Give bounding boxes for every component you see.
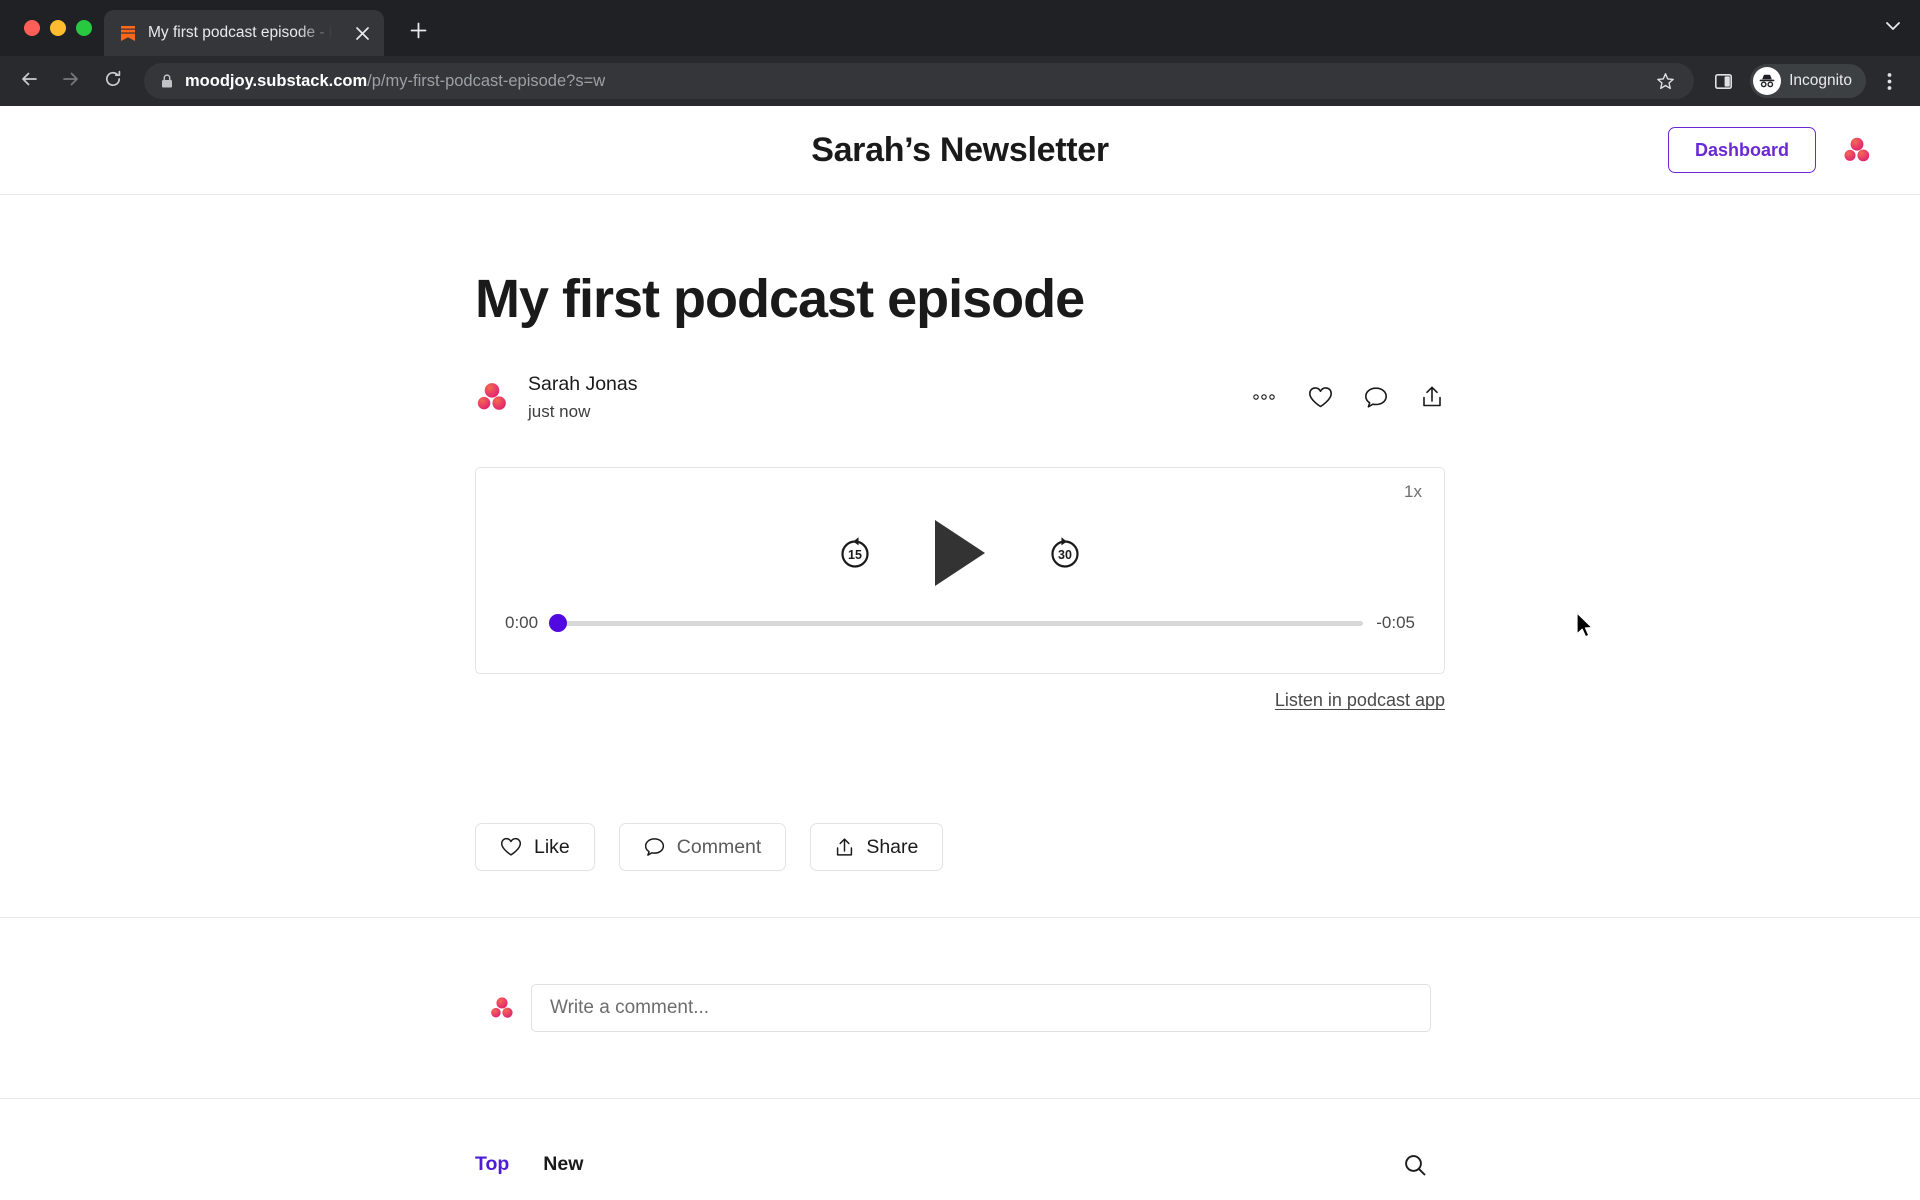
- incognito-icon: [1753, 67, 1782, 95]
- plus-icon: [410, 22, 427, 44]
- avatar[interactable]: [475, 380, 509, 414]
- forward-30-icon[interactable]: 30: [1044, 532, 1086, 574]
- svg-text:30: 30: [1058, 548, 1072, 562]
- minimize-window-button[interactable]: [50, 20, 66, 36]
- engagement-bar: Like Comment Share: [475, 823, 1445, 917]
- maximize-window-button[interactable]: [76, 20, 92, 36]
- play-button[interactable]: [931, 520, 989, 587]
- close-icon[interactable]: [350, 21, 374, 45]
- svg-text:15: 15: [848, 548, 862, 562]
- url-path: /p/my-first-podcast-episode?s=w: [367, 71, 606, 90]
- url-host: moodjoy.substack.com: [185, 71, 368, 90]
- byline: Sarah Jonas just now: [475, 369, 1445, 425]
- speech-bubble-icon: [644, 837, 665, 857]
- profile-label: Incognito: [1789, 72, 1852, 89]
- share-button[interactable]: Share: [810, 823, 944, 872]
- arrow-left-icon: [19, 69, 39, 94]
- tab-top[interactable]: Top: [475, 1153, 509, 1176]
- window-traffic-lights: [14, 0, 104, 56]
- search-icon[interactable]: [1403, 1153, 1427, 1182]
- tab-strip: My first podcast episode - by S: [0, 0, 1920, 56]
- star-icon[interactable]: [1648, 64, 1682, 98]
- address-bar-text: moodjoy.substack.com/p/my-first-podcast-…: [185, 72, 605, 91]
- remaining-time: -0:05: [1376, 613, 1415, 633]
- speech-bubble-icon[interactable]: [1363, 384, 1389, 410]
- player-transport: 15 30: [500, 468, 1420, 587]
- like-button-label: Like: [534, 835, 570, 858]
- share-upload-icon[interactable]: [1419, 384, 1445, 410]
- back-button[interactable]: [10, 62, 48, 100]
- comment-sort-wrap: Top New: [475, 1099, 1445, 1176]
- arrow-right-icon: [61, 69, 81, 94]
- share-upload-icon: [835, 837, 854, 858]
- comment-button-label: Comment: [676, 835, 762, 858]
- avatar: [489, 995, 515, 1021]
- new-tab-button[interactable]: [398, 13, 438, 53]
- progress-thumb[interactable]: [549, 614, 568, 633]
- site-header: Sarah’s Newsletter Dashboard: [0, 106, 1920, 195]
- forward-button[interactable]: [52, 62, 90, 100]
- address-bar[interactable]: moodjoy.substack.com/p/my-first-podcast-…: [144, 63, 1695, 99]
- substack-bookmark-icon: [118, 23, 138, 43]
- like-button[interactable]: Like: [475, 823, 595, 872]
- side-panel-icon[interactable]: [1706, 64, 1740, 98]
- ellipsis-icon[interactable]: [1251, 384, 1277, 410]
- play-triangle-icon: [935, 520, 985, 587]
- current-time: 0:00: [505, 613, 539, 633]
- comment-input[interactable]: Write a comment...: [531, 984, 1431, 1033]
- reload-icon: [103, 69, 123, 94]
- chevron-down-icon: [1884, 17, 1902, 40]
- browser-tab[interactable]: My first podcast episode - by S: [104, 10, 384, 56]
- post-timestamp: just now: [528, 401, 591, 421]
- byline-actions: [1251, 384, 1445, 410]
- article: My first podcast episode Sarah Jonas jus…: [0, 195, 1920, 1176]
- browser-window: My first podcast episode - by S moodjoy.…: [0, 0, 1920, 1200]
- progress-track[interactable]: [549, 614, 1364, 633]
- close-window-button[interactable]: [24, 20, 40, 36]
- dashboard-button[interactable]: Dashboard: [1667, 127, 1816, 173]
- omnibox-actions: [1648, 64, 1682, 98]
- site-header-actions: Dashboard: [1667, 127, 1872, 173]
- playback-speed-button[interactable]: 1x: [1404, 482, 1422, 502]
- tab-new[interactable]: New: [543, 1153, 583, 1176]
- page-title: My first podcast episode: [475, 269, 1085, 329]
- tab-title: My first podcast episode - by S: [148, 24, 340, 41]
- kebab-menu-icon[interactable]: [1874, 64, 1904, 98]
- rewind-15-icon[interactable]: 15: [834, 532, 876, 574]
- comment-compose-row: Write a comment...: [475, 918, 1445, 1098]
- byline-text: Sarah Jonas just now: [528, 373, 638, 422]
- site-title: Sarah’s Newsletter: [811, 130, 1109, 169]
- comment-button[interactable]: Comment: [618, 823, 787, 872]
- profile-chip[interactable]: Incognito: [1750, 64, 1866, 98]
- share-button-label: Share: [866, 835, 919, 858]
- reload-button[interactable]: [94, 62, 132, 100]
- comment-sort-tabs: Top New: [475, 1099, 1445, 1176]
- audio-player: 1x 15 30 0:00 -0:05: [475, 467, 1445, 675]
- heart-icon[interactable]: [1307, 384, 1333, 410]
- substack-moodjoy-logo[interactable]: [1842, 135, 1872, 165]
- page-content: Sarah’s Newsletter Dashboard My first po…: [0, 106, 1920, 1200]
- listen-in-podcast-app-link[interactable]: Listen in podcast app: [475, 690, 1445, 711]
- article-wrap: My first podcast episode Sarah Jonas jus…: [475, 195, 1445, 917]
- author-name[interactable]: Sarah Jonas: [528, 373, 638, 396]
- lock-icon: [160, 73, 174, 89]
- player-scrubber[interactable]: 0:00 -0:05: [505, 613, 1415, 633]
- browser-toolbar: moodjoy.substack.com/p/my-first-podcast-…: [0, 56, 1920, 106]
- tab-list-button[interactable]: [1884, 0, 1902, 56]
- comment-compose-wrap: Write a comment...: [475, 918, 1445, 1098]
- heart-icon: [500, 837, 522, 857]
